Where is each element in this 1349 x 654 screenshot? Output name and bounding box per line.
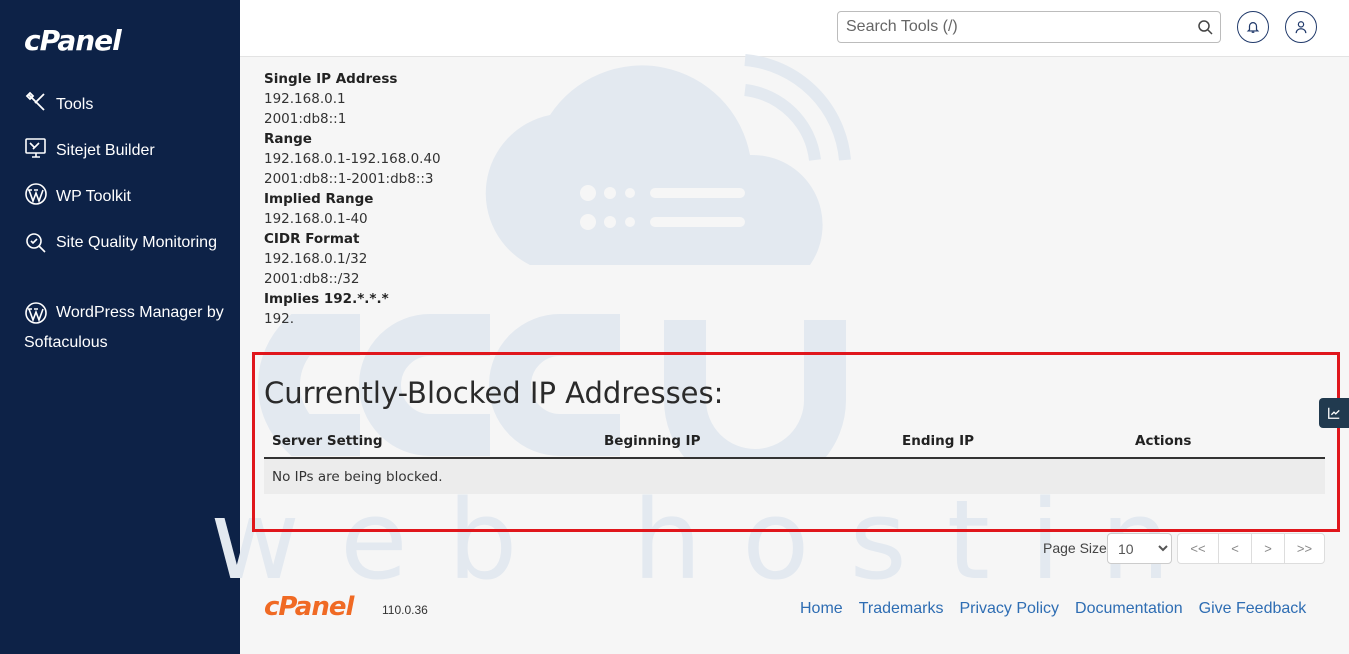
sidebar-item-label: Site Quality Monitoring [56, 234, 217, 251]
first-page-button[interactable]: << [1178, 534, 1218, 563]
notifications-button[interactable] [1237, 11, 1269, 43]
example-heading: Range [264, 131, 312, 147]
example-value: 192.168.0.1/32 [264, 251, 368, 267]
table-header-row: Server Setting Beginning IP Ending IP Ac… [264, 424, 1325, 459]
wordpress-icon [25, 183, 47, 205]
column-header-actions: Actions [1127, 424, 1325, 459]
search-input[interactable] [838, 12, 1178, 42]
example-value: 2001:db8::/32 [264, 271, 360, 287]
user-icon [1295, 21, 1307, 34]
page-size-label: Page Size [1043, 540, 1107, 556]
sidebar-item-wordpress-manager[interactable]: WordPress Manager by Softaculous [24, 298, 234, 358]
cpanel-logo[interactable]: cPanel [24, 24, 122, 57]
footer-links: Home Trademarks Privacy Policy Documenta… [800, 600, 1322, 618]
blocked-ips-table: Server Setting Beginning IP Ending IP Ac… [264, 424, 1325, 494]
column-header-server-setting[interactable]: Server Setting [264, 424, 596, 459]
ip-format-examples: Single IP Address 192.168.0.1 2001:db8::… [264, 70, 441, 330]
previous-page-button[interactable]: < [1218, 534, 1251, 563]
footer-link-privacy-policy[interactable]: Privacy Policy [959, 600, 1059, 618]
top-header [240, 0, 1349, 57]
monitor-builder-icon [25, 138, 46, 158]
footer-link-documentation[interactable]: Documentation [1075, 600, 1183, 618]
example-value: 192.168.0.1 [264, 91, 346, 107]
example-heading: Implied Range [264, 191, 374, 207]
blocked-ips-title: Currently-Blocked IP Addresses: [264, 376, 724, 410]
table-row: No IPs are being blocked. [264, 458, 1325, 494]
bell-icon [1246, 22, 1260, 33]
search-box[interactable] [837, 11, 1221, 43]
user-account-button[interactable] [1285, 11, 1317, 43]
next-page-button[interactable]: > [1251, 534, 1284, 563]
example-value: 2001:db8::1 [264, 111, 347, 127]
pagination-controls: << < > >> [1177, 533, 1325, 564]
wordpress-icon [25, 301, 47, 324]
sidebar-item-label: Sitejet Builder [56, 142, 155, 159]
tools-icon [25, 91, 45, 111]
footer-cpanel-logo[interactable]: cPanel [264, 592, 354, 622]
footer-link-home[interactable]: Home [800, 600, 843, 618]
example-value: 192. [264, 311, 295, 327]
sidebar-item-sitejet-builder[interactable]: Sitejet Builder [24, 136, 155, 166]
stats-side-tab[interactable] [1319, 398, 1349, 428]
magnifier-check-icon [26, 232, 46, 253]
example-heading: CIDR Format [264, 231, 360, 247]
column-header-ending-ip[interactable]: Ending IP [894, 424, 1127, 459]
example-value: 192.168.0.1-40 [264, 211, 368, 227]
example-value: 2001:db8::1-2001:db8::3 [264, 171, 434, 187]
page-size-select[interactable]: 10 [1107, 533, 1172, 564]
version-number: 110.0.36 [382, 603, 428, 617]
footer-link-trademarks[interactable]: Trademarks [859, 600, 944, 618]
sidebar-item-label: Tools [56, 96, 94, 113]
sidebar-item-label: WP Toolkit [56, 188, 131, 205]
sidebar-item-tools[interactable]: Tools [24, 90, 93, 120]
footer-link-give-feedback[interactable]: Give Feedback [1199, 600, 1307, 618]
example-value: 192.168.0.1-192.168.0.40 [264, 151, 441, 167]
example-heading: Implies 192.*.*.* [264, 291, 389, 307]
example-heading: Single IP Address [264, 71, 398, 87]
sidebar-item-site-quality-monitoring[interactable]: Site Quality Monitoring [24, 228, 224, 258]
sidebar-item-wp-toolkit[interactable]: WP Toolkit [24, 182, 131, 212]
search-icon[interactable] [1197, 19, 1213, 35]
sidebar-item-label: WordPress Manager by Softaculous [24, 304, 224, 351]
last-page-button[interactable]: >> [1284, 534, 1324, 563]
sidebar: cPanel Tools Sitejet Builder WP Toolkit … [0, 0, 240, 654]
empty-table-message: No IPs are being blocked. [264, 458, 1325, 494]
column-header-beginning-ip[interactable]: Beginning IP [596, 424, 894, 459]
chart-icon [1328, 407, 1340, 419]
